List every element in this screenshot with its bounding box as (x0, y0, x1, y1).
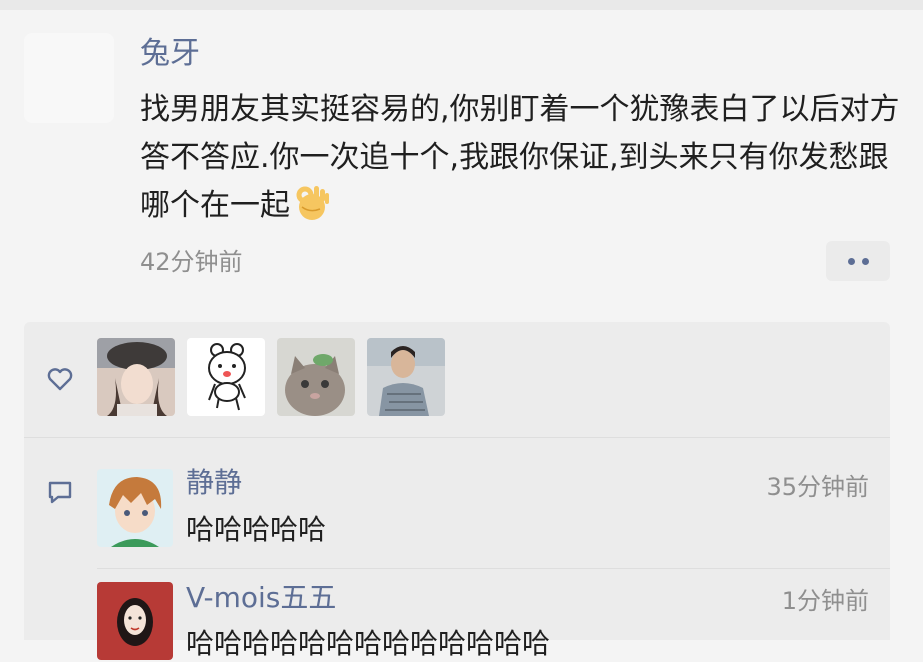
comment-avatar-woman-illustration[interactable] (97, 582, 173, 660)
like-avatar-woman-hat[interactable] (97, 338, 175, 416)
comment-divider (97, 568, 890, 569)
like-avatar-cartoon-bear[interactable] (187, 338, 265, 416)
ok-hand-emoji-icon (296, 186, 329, 220)
post-author-avatar[interactable] (24, 33, 114, 123)
likes-divider (24, 437, 890, 438)
post-content: 找男朋友其实挺容易的,你别盯着一个犹豫表白了以后对方答不答应.你一次追十个,我跟… (140, 86, 910, 230)
comment-timestamp: 35分钟前 (766, 473, 869, 501)
comment-bubble-icon (48, 481, 72, 504)
top-strip (0, 0, 923, 10)
like-avatar-cat[interactable] (277, 338, 355, 416)
comment-author[interactable]: V-mois五五 (186, 580, 336, 616)
post-text: 找男朋友其实挺容易的,你别盯着一个犹豫表白了以后对方答不答应.你一次追十个,我跟… (140, 92, 900, 223)
post-author-name[interactable]: 兔牙 (140, 34, 200, 74)
comment-avatar-anime-boy[interactable] (97, 469, 173, 547)
comment-author[interactable]: 静静 (186, 465, 242, 501)
comment-timestamp: 1分钟前 (781, 587, 869, 615)
more-options-button[interactable] (826, 241, 890, 281)
heart-icon (47, 368, 73, 391)
comment-text: 哈哈哈哈哈 (186, 513, 327, 546)
like-avatar-man-photo[interactable] (367, 338, 445, 416)
comment-text: 哈哈哈哈哈哈哈哈哈哈哈哈哈 (186, 627, 551, 660)
post-timestamp: 42分钟前 (140, 248, 243, 276)
